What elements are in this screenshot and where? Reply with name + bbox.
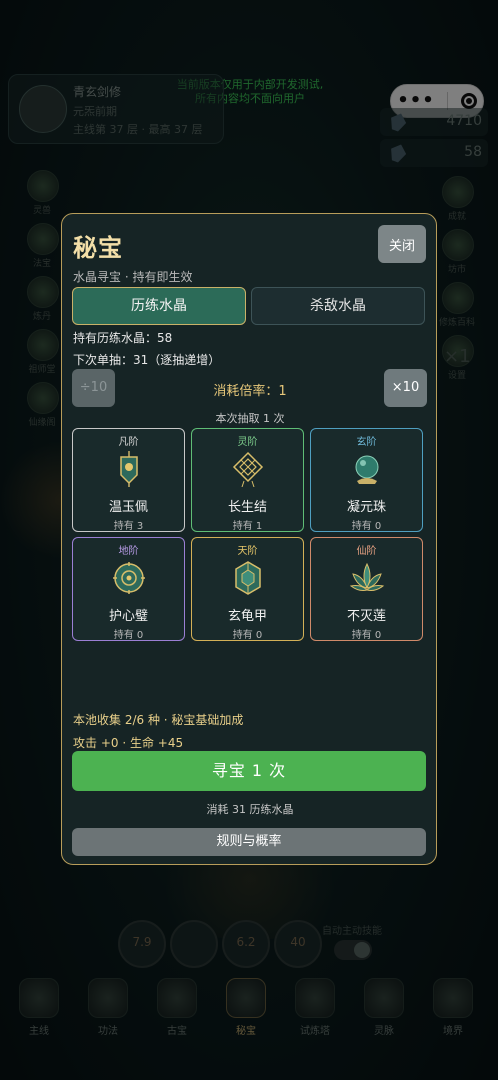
tier-label: 地阶	[118, 546, 139, 557]
treasure-name: 不灭莲	[346, 609, 386, 624]
modal-title: 秘宝	[73, 234, 123, 262]
tier-label: 凡阶	[118, 437, 139, 448]
multiply-multiplier-button[interactable]: ×10	[384, 369, 427, 407]
lotus-icon	[349, 562, 385, 591]
treasure-card[interactable]: 仙阶 不灭莲 持有 0	[310, 537, 423, 641]
treasure-name: 凝元珠	[346, 500, 386, 515]
treasure-name: 护心璧	[108, 609, 148, 624]
treasure-name: 温玉佩	[108, 500, 148, 515]
secret-treasure-modal: 秘宝 关闭 水晶寻宝 · 持有即生效 历练水晶 杀敌水晶 持有历练水晶：58 下…	[61, 213, 437, 865]
tier-label: 玄阶	[356, 437, 377, 448]
treasure-card[interactable]: 凡阶 温玉佩 持有 3	[72, 428, 185, 532]
orb-icon	[355, 455, 379, 484]
collection-progress: 本池收集 2/6 种 · 秘宝基础加成	[73, 713, 244, 727]
rules-button[interactable]: 规则与概率	[72, 828, 426, 856]
tier-label: 天阶	[237, 546, 258, 557]
draw-cost-label: 消耗 31 历练水晶	[206, 803, 294, 816]
tier-label: 灵阶	[237, 437, 258, 448]
treasure-name: 长生结	[227, 500, 267, 515]
treasure-card[interactable]: 地阶 护心璧 持有 0	[72, 537, 185, 641]
treasure-card[interactable]: 天阶 玄龟甲 持有 0	[191, 537, 304, 641]
treasure-card[interactable]: 灵阶 长生结 持有 1	[191, 428, 304, 532]
treasure-name: 玄龟甲	[227, 609, 267, 624]
tier-label: 仙阶	[356, 546, 377, 557]
longevity-knot-icon	[232, 451, 264, 487]
draw-count-label: 本次抽取 1 次	[215, 412, 285, 425]
held-crystal-count: 持有历练水晶：58	[73, 331, 173, 345]
owned-count: 持有 0	[351, 630, 382, 641]
tab-kill-crystal[interactable]: 杀敌水晶	[251, 287, 425, 325]
multiplier-label: 消耗倍率：1	[213, 384, 287, 399]
owned-count: 持有 0	[351, 521, 382, 532]
draw-once-button[interactable]: 寻宝 1 次	[72, 751, 426, 791]
close-button[interactable]: 关闭	[378, 225, 426, 263]
bonus-stats: 攻击 +0 · 生命 +45	[73, 736, 184, 750]
jade-pendant-icon	[120, 451, 138, 487]
owned-count: 持有 3	[113, 521, 144, 532]
tab-training-crystal[interactable]: 历练水晶	[72, 287, 246, 325]
owned-count: 持有 0	[113, 630, 144, 641]
owned-count: 持有 1	[232, 521, 263, 532]
next-draw-cost: 下次单抽：31（逐抽递增）	[73, 353, 221, 367]
modal-subtitle: 水晶寻宝 · 持有即生效	[73, 270, 193, 284]
owned-count: 持有 0	[232, 630, 263, 641]
heart-guard-disc-icon	[113, 562, 145, 594]
treasure-card[interactable]: 玄阶 凝元珠 持有 0	[310, 428, 423, 532]
turtle-shell-icon	[235, 561, 261, 595]
